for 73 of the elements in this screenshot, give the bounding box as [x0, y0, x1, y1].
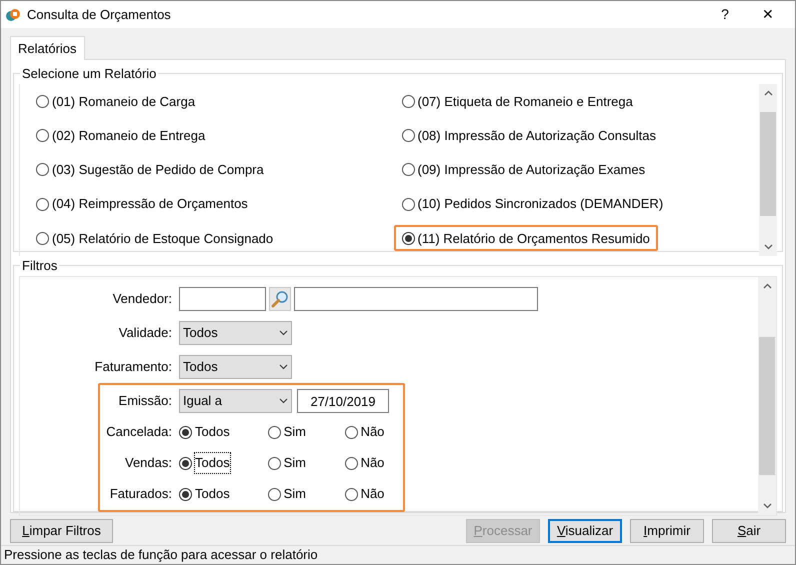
radio-option[interactable]: Não [344, 422, 403, 442]
action-button[interactable]: Visualizar [548, 518, 622, 542]
radio-button[interactable] [344, 488, 358, 500]
field-label: Validade: [118, 324, 173, 342]
radio-button[interactable] [344, 456, 358, 470]
radio-option[interactable]: Todos [179, 484, 268, 504]
scroll-down-icon[interactable] [764, 244, 772, 250]
radio-option[interactable]: (08) Impressão de Autorização Consultas [394, 122, 664, 149]
chevron-down-icon [279, 330, 288, 336]
radio-button[interactable] [36, 232, 49, 245]
chevron-down-icon [279, 364, 288, 370]
radio-button[interactable] [344, 426, 358, 438]
radio-button[interactable] [402, 129, 414, 142]
radio-option[interactable]: (10) Pedidos Sincronizados (DEMANDER) [394, 191, 672, 218]
date-field[interactable]: 27/10/2019 [297, 389, 389, 413]
radio-option[interactable]: Sim [268, 453, 345, 473]
window-title: Consulta de Orçamentos [27, 6, 171, 24]
radio-option[interactable]: (07) Etiqueta de Romaneio e Entrega [394, 88, 641, 115]
radio-button[interactable] [268, 456, 281, 470]
app-icon [5, 6, 21, 22]
radio-option[interactable]: Todos [179, 422, 268, 442]
scroll-down-icon[interactable] [762, 502, 772, 508]
radio-option[interactable]: (02) Romaneio de Entrega [28, 122, 214, 149]
field-label: Emissão: [118, 392, 173, 410]
dropdown[interactable]: Igual a [179, 389, 292, 413]
field-label: Cancelada: [105, 423, 173, 442]
radio-option[interactable]: (01) Romaneio de Carga [28, 88, 204, 115]
field-label: Vendas: [124, 454, 173, 472]
radio-button[interactable] [402, 163, 414, 176]
group-title: Selecione um Relatório [21, 65, 158, 83]
radio-button[interactable] [36, 95, 49, 108]
radio-button[interactable] [268, 426, 281, 438]
radio-option[interactable]: Sim [268, 484, 345, 504]
scrollbar[interactable] [759, 84, 777, 256]
radio-button[interactable] [36, 163, 49, 176]
input-field[interactable] [179, 286, 266, 310]
action-button[interactable]: Imprimir [630, 518, 704, 542]
status-bar: Pressione as teclas de função para acessar o relatório [1, 545, 795, 564]
field-label: Vendedor: [112, 290, 173, 308]
group-title: Filtros [21, 257, 58, 275]
action-button[interactable]: Limpar Filtros [10, 518, 113, 542]
action-button[interactable]: Sair [712, 518, 786, 542]
search-button[interactable] [269, 286, 291, 310]
radio-button[interactable] [179, 488, 192, 500]
scroll-up-icon[interactable] [764, 90, 772, 96]
close-button[interactable]: ✕ [745, 1, 791, 28]
radio-button[interactable] [402, 198, 414, 211]
radio-option[interactable]: (04) Reimpressão de Orçamentos [28, 191, 256, 218]
chevron-down-icon [279, 398, 288, 404]
radio-option[interactable]: (03) Sugestão de Pedido de Compra [28, 156, 272, 183]
scrollbar[interactable] [758, 276, 776, 514]
help-button[interactable]: ? [705, 1, 745, 28]
highlighted-radio-option[interactable]: (11) Relatório de Orçamentos Resumido [394, 225, 658, 252]
radio-option[interactable]: (05) Relatório de Estoque Consignado [28, 225, 282, 252]
scroll-up-icon[interactable] [762, 282, 772, 288]
dropdown[interactable]: Todos [179, 320, 292, 344]
radio-option[interactable]: Todos [179, 453, 268, 473]
radio-button[interactable] [402, 232, 414, 245]
tab[interactable]: Relatórios [10, 36, 85, 60]
radio-button[interactable] [402, 95, 414, 108]
radio-option[interactable]: Sim [268, 422, 345, 442]
radio-option[interactable]: Não [344, 453, 403, 473]
field-label: Faturamento: [94, 358, 173, 376]
radio-option[interactable]: Não [344, 484, 403, 504]
radio-button[interactable] [36, 129, 49, 142]
radio-button[interactable] [179, 456, 192, 470]
input-field[interactable] [294, 286, 538, 310]
radio-option[interactable]: (09) Impressão de Autorização Exames [394, 156, 654, 183]
radio-button[interactable] [179, 426, 192, 438]
radio-button[interactable] [36, 198, 49, 211]
dropdown[interactable]: Todos [179, 354, 292, 378]
field-label: Faturados: [108, 485, 173, 504]
radio-button[interactable] [268, 488, 281, 500]
